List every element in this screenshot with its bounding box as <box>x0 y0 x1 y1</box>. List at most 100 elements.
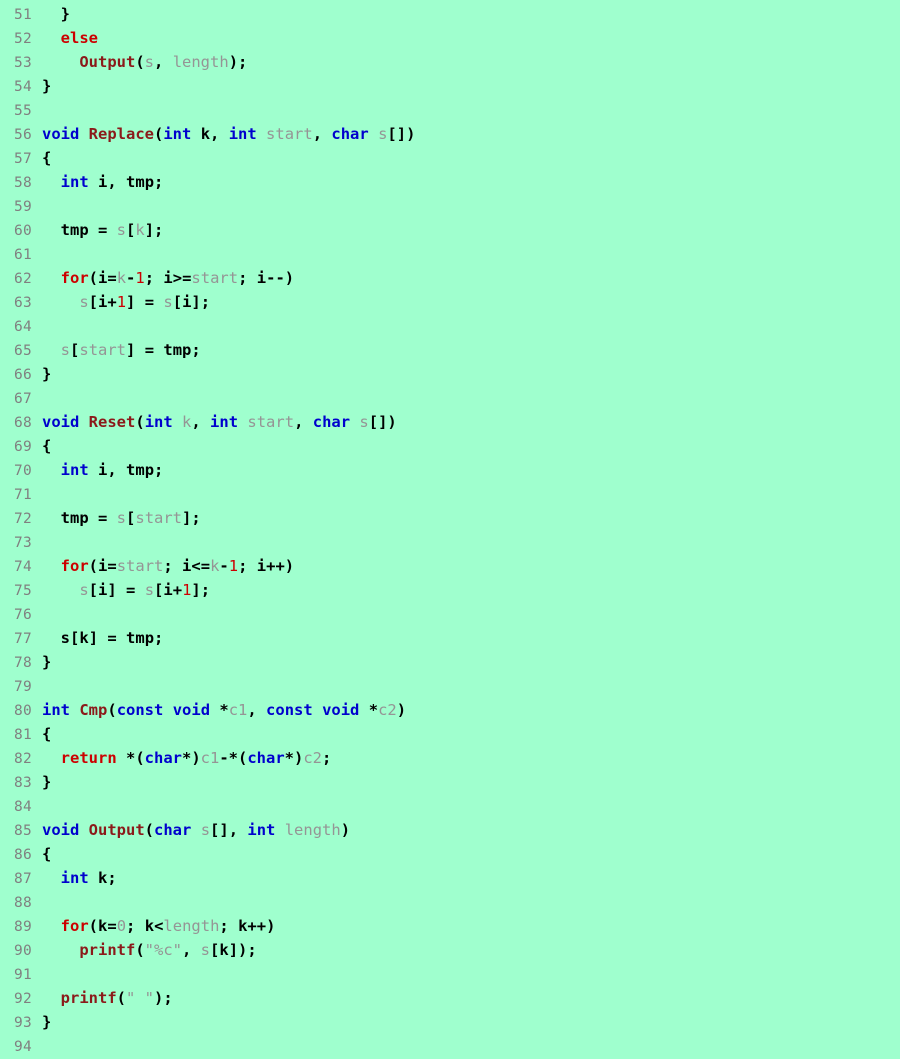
code-line[interactable]: 70 int i, tmp; <box>0 458 900 482</box>
token-id: i <box>98 557 108 575</box>
code-line[interactable]: 61 <box>0 242 900 266</box>
code-line[interactable]: 66} <box>0 362 900 386</box>
code-line[interactable]: 92 printf(" "); <box>0 986 900 1010</box>
code-line[interactable]: 57 { <box>0 146 900 170</box>
line-source: } <box>32 770 51 794</box>
code-line[interactable]: 91 <box>0 962 900 986</box>
token-gray: s <box>200 941 211 959</box>
token-ctl: for <box>60 917 89 935</box>
token-pun: ( <box>116 989 127 1007</box>
code-line[interactable]: 85 void Output(char s[], int length) <box>0 818 900 842</box>
line-number: 88 <box>13 895 32 911</box>
token-pun <box>42 749 61 767</box>
code-line[interactable]: 84 <box>0 794 900 818</box>
code-line[interactable]: 79 <box>0 674 900 698</box>
code-line[interactable]: 80 int Cmp(const void *c1, const void *c2… <box>0 698 900 722</box>
token-pun <box>163 701 172 719</box>
token-pun: - <box>126 269 136 287</box>
token-id: i <box>98 581 108 599</box>
token-pun: ( <box>135 941 145 959</box>
token-pun: ; <box>191 509 201 527</box>
token-kw: char <box>144 749 182 767</box>
code-line[interactable]: 53 Output(s, length); <box>0 50 900 74</box>
token-pun: = <box>107 557 117 575</box>
code-line[interactable]: 86 { <box>0 842 900 866</box>
token-str: "%c" <box>144 941 182 959</box>
token-pun: ; <box>247 941 257 959</box>
code-line[interactable]: 90 printf("%c", s[k]); <box>0 938 900 962</box>
code-line[interactable]: 73 <box>0 530 900 554</box>
code-line[interactable]: 67 <box>0 386 900 410</box>
token-kw: int <box>163 125 192 143</box>
token-fn: printf <box>60 989 117 1007</box>
line-number: 74 <box>13 559 32 575</box>
line-source: return *(char*)c1-*(char*)c2; <box>32 746 332 770</box>
code-line[interactable]: 68 void Reset(int k, int start, char s[]) <box>0 410 900 434</box>
token-pun <box>42 53 79 71</box>
code-line[interactable]: 74 for(i=start; i<=k-1; i++) <box>0 554 900 578</box>
token-pun <box>191 125 200 143</box>
token-gray: k <box>135 221 145 239</box>
code-line[interactable]: 83} <box>0 770 900 794</box>
code-line[interactable]: 77 s[k] = tmp; <box>0 626 900 650</box>
token-fn: Cmp <box>79 701 108 719</box>
token-kw: const <box>266 701 313 719</box>
code-line[interactable]: 52 else <box>0 26 900 50</box>
token-pun: ) <box>340 821 351 839</box>
code-line[interactable]: 71 <box>0 482 900 506</box>
code-line[interactable]: 69 { <box>0 434 900 458</box>
code-line[interactable]: 82 return *(char*)c1-*(char*)c2; <box>0 746 900 770</box>
code-line[interactable]: 65 s[start] = tmp; <box>0 338 900 362</box>
code-line[interactable]: 81 { <box>0 722 900 746</box>
token-pun: ] = <box>88 629 127 647</box>
token-gray: c2 <box>303 749 323 767</box>
code-line[interactable]: 54} <box>0 74 900 98</box>
line-source: int i, tmp; <box>32 170 164 194</box>
token-pun <box>42 293 79 311</box>
line-number: 84 <box>13 799 32 815</box>
token-pun: { <box>42 437 52 455</box>
token-gray: s <box>200 821 211 839</box>
token-pun <box>191 821 200 839</box>
token-pun <box>79 413 88 431</box>
line-source: s[i+1] = s[i]; <box>32 290 210 314</box>
token-id: i <box>182 557 192 575</box>
token-pun <box>70 701 79 719</box>
token-kw: char <box>331 125 369 143</box>
line-number: 59 <box>13 199 32 215</box>
code-line[interactable]: 78} <box>0 650 900 674</box>
token-pun: + <box>107 293 117 311</box>
token-fn: printf <box>79 941 136 959</box>
token-gray: s <box>116 509 127 527</box>
line-source: { <box>32 146 51 170</box>
code-line[interactable]: 94 <box>0 1034 900 1058</box>
token-gray: length <box>172 53 229 71</box>
code-line[interactable]: 88 <box>0 890 900 914</box>
code-line[interactable]: 59 <box>0 194 900 218</box>
code-line[interactable]: 87 int k; <box>0 866 900 890</box>
code-line[interactable]: 56 void Replace(int k, int start, char s[… <box>0 122 900 146</box>
code-line[interactable]: 51 } <box>0 2 900 26</box>
code-line[interactable]: 55 <box>0 98 900 122</box>
code-line[interactable]: 76 <box>0 602 900 626</box>
token-pun <box>42 989 61 1007</box>
token-pun: ; <box>154 173 164 191</box>
code-line[interactable]: 89 for(k=0; k<length; k++) <box>0 914 900 938</box>
token-pun <box>173 413 182 431</box>
token-pun: ; <box>219 917 239 935</box>
code-line[interactable]: 72 tmp = s[start]; <box>0 506 900 530</box>
token-id: tmp <box>163 341 192 359</box>
code-line[interactable]: 58 int i, tmp; <box>0 170 900 194</box>
token-ctl: else <box>60 29 98 47</box>
code-line[interactable]: 60 tmp = s[k]; <box>0 218 900 242</box>
token-id: tmp <box>60 509 89 527</box>
code-editor-view[interactable]: 51 } 52 else 53 Output(s, length); 54} 55 56 v… <box>0 0 900 1055</box>
code-line[interactable]: 64 <box>0 314 900 338</box>
code-line[interactable]: 93} <box>0 1010 900 1034</box>
line-source: tmp = s[k]; <box>32 218 164 242</box>
code-line[interactable]: 75 s[i] = s[i+1]; <box>0 578 900 602</box>
line-number: 63 <box>13 295 32 311</box>
token-gray: s <box>79 293 89 311</box>
code-line[interactable]: 62 for(i=k-1; i>=start; i--) <box>0 266 900 290</box>
code-line[interactable]: 63 s[i+1] = s[i]; <box>0 290 900 314</box>
